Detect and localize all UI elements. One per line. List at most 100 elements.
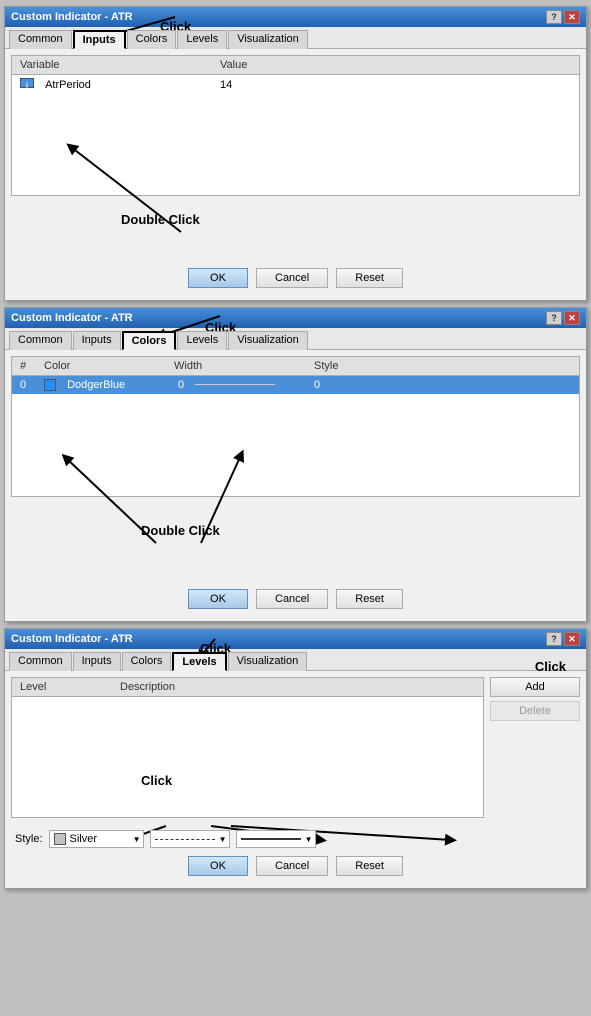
panel3-footer: OK Cancel Reset [11,850,580,882]
colors-table-body: 0 DodgerBlue 0 0 [12,376,579,496]
help-button-2[interactable]: ? [546,311,562,325]
title-bar-buttons-3: ? ✕ [546,632,580,646]
panel2-footer: OK Cancel Reset [11,583,580,615]
panel1-footer: OK Cancel Reset [11,262,580,294]
cancel-button-1[interactable]: Cancel [256,268,328,288]
close-button-2[interactable]: ✕ [564,311,580,325]
style-color-select[interactable]: Silver ▼ [49,830,144,848]
linestyle-dropdown-arrow: ▼ [219,835,227,844]
row-variable: i AtrPeriod [16,77,216,92]
colors-table: # Color Width Style 0 DodgerBlue 0 0 [11,356,580,497]
levels-main: Level Description Add Delete [11,677,580,824]
linewidth-dropdown-arrow: ▼ [305,835,313,844]
col-header-color: Color [40,359,170,373]
title-bar-buttons-2: ? ✕ [546,311,580,325]
annotation-double-click-2: Double Click [141,523,220,538]
solid-line-icon [241,838,301,840]
color-swatch [44,379,56,391]
panel3-content: Click Level Description Add Delete [5,671,586,888]
table-row[interactable]: i AtrPeriod 14 [12,75,579,94]
tab-inputs-2[interactable]: Inputs [73,331,121,350]
style-color-text: Silver [70,833,98,845]
row-color: DodgerBlue [40,378,170,392]
panel2-content: # Color Width Style 0 DodgerBlue 0 0 [5,350,586,621]
close-button-1[interactable]: ✕ [564,10,580,24]
tab-common-2[interactable]: Common [9,331,72,350]
tab-levels-3[interactable]: Levels [172,652,226,671]
row-style: 0 [310,378,575,392]
panel3: Custom Indicator - ATR ? ✕ Click Common … [4,628,587,889]
col-header-style: Style [310,359,575,373]
tab-colors-3[interactable]: Colors [122,652,172,671]
tab-levels-1[interactable]: Levels [177,30,227,49]
tabs-3: Common Inputs Colors Levels Visualizatio… [5,649,586,671]
dashed-line-icon [155,839,215,840]
tab-visualization-3[interactable]: Visualization [228,652,308,671]
annotation-area-1: Double Click [11,202,580,262]
levels-table: Level Description [11,677,484,818]
tabs-1: Common Inputs Colors Levels Visualizatio… [5,27,586,49]
tab-common-3[interactable]: Common [9,652,72,671]
style-row: Style: Silver ▼ ▼ ▼ [11,828,580,850]
panel2-title: Custom Indicator - ATR [11,312,133,324]
col-header-variable: Variable [16,58,216,72]
close-button-3[interactable]: ✕ [564,632,580,646]
levels-table-body [12,697,483,817]
tab-visualization-1[interactable]: Visualization [228,30,308,49]
colors-table-header: # Color Width Style [12,357,579,376]
ok-button-3[interactable]: OK [188,856,248,876]
reset-button-3[interactable]: Reset [336,856,403,876]
delete-button[interactable]: Delete [490,701,580,721]
tab-inputs-3[interactable]: Inputs [73,652,121,671]
style-color-swatch [54,833,66,845]
panel2: Custom Indicator - ATR ? ✕ Click Common … [4,307,587,622]
color-dropdown-arrow: ▼ [133,835,141,844]
inputs-table-body: i AtrPeriod 14 [12,75,579,195]
levels-table-header: Level Description [12,678,483,697]
ok-button-2[interactable]: OK [188,589,248,609]
reset-button-2[interactable]: Reset [336,589,403,609]
tab-levels-2[interactable]: Levels [177,331,227,350]
col-header-level: Level [16,680,116,694]
cancel-button-3[interactable]: Cancel [256,856,328,876]
help-button-3[interactable]: ? [546,632,562,646]
annotation-double-click-1: Double Click [121,212,200,227]
line-style-select[interactable]: ▼ [150,830,230,848]
inputs-table: Variable Value i AtrPeriod 14 [11,55,580,196]
panel1: Custom Indicator - ATR ? ✕ Click Common … [4,6,587,301]
title-bar-1: Custom Indicator - ATR ? ✕ [5,7,586,27]
tab-inputs-1[interactable]: Inputs [73,30,126,49]
style-row-container: Click [11,828,580,850]
row-width: 0 [170,378,310,392]
tabs-2: Common Inputs Colors Levels Visualizatio… [5,328,586,350]
add-button[interactable]: Add [490,677,580,697]
panel1-content: Variable Value i AtrPeriod 14 Double Cli… [5,49,586,300]
col-header-hash: # [16,359,40,373]
width-line [195,384,275,387]
panel3-title: Custom Indicator - ATR [11,633,133,645]
tab-colors-2[interactable]: Colors [122,331,177,350]
line-width-select[interactable]: ▼ [236,830,316,848]
inputs-table-header: Variable Value [12,56,579,75]
col-header-desc: Description [116,680,479,694]
title-bar-3: Custom Indicator - ATR ? ✕ [5,629,586,649]
col-header-value: Value [216,58,575,72]
reset-button-1[interactable]: Reset [336,268,403,288]
colors-table-row[interactable]: 0 DodgerBlue 0 0 [12,376,579,394]
ok-button-1[interactable]: OK [188,268,248,288]
panel1-title: Custom Indicator - ATR [11,11,133,23]
levels-left-section: Level Description [11,677,484,824]
tab-common-1[interactable]: Common [9,30,72,49]
help-button-1[interactable]: ? [546,10,562,24]
levels-right-section: Add Delete [490,677,580,824]
col-header-width: Width [170,359,310,373]
row-hash: 0 [16,378,40,392]
row-value: 14 [216,78,575,92]
tab-colors-1[interactable]: Colors [127,30,177,49]
title-bar-buttons-1: ? ✕ [546,10,580,24]
cancel-button-2[interactable]: Cancel [256,589,328,609]
title-bar-2: Custom Indicator - ATR ? ✕ [5,308,586,328]
style-label: Style: [15,833,43,845]
annotation-area-2: Double Click [11,503,580,583]
tab-visualization-2[interactable]: Visualization [228,331,308,350]
